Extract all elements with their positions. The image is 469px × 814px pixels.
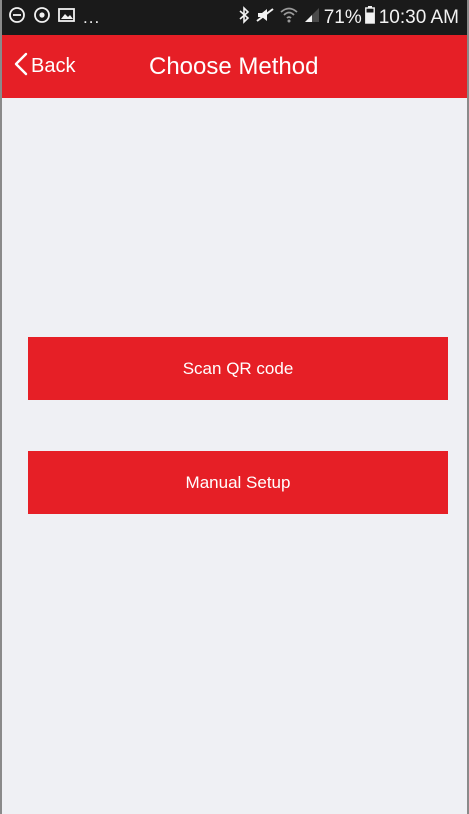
scan-qr-code-label: Scan QR code xyxy=(182,358,294,378)
app-screen: ... 71% 10:30 AM Back Choose Method Scan… xyxy=(0,0,469,814)
battery-icon xyxy=(364,6,375,29)
status-bar: ... 71% 10:30 AM xyxy=(2,0,467,35)
target-icon xyxy=(33,6,51,29)
clock: 10:30 AM xyxy=(378,6,459,28)
chevron-left-icon xyxy=(14,52,28,81)
mute-icon xyxy=(256,7,274,28)
scan-qr-code-button[interactable]: Scan QR code xyxy=(28,337,448,400)
page-title: Choose Method xyxy=(149,53,319,80)
gallery-icon xyxy=(58,7,76,28)
back-label: Back xyxy=(31,55,76,77)
status-right: 71% 10:30 AM xyxy=(232,6,459,29)
manual-setup-label: Manual Setup xyxy=(185,472,291,492)
sync-icon xyxy=(8,6,26,29)
status-left: ... xyxy=(8,6,100,29)
bluetooth-icon xyxy=(238,6,250,29)
back-button[interactable]: Back xyxy=(14,35,75,98)
notification-overflow: ... xyxy=(83,7,101,27)
battery-percent: 71% xyxy=(323,6,362,28)
navigation-bar: Back Choose Method xyxy=(2,35,467,98)
signal-icon xyxy=(304,7,320,28)
wifi-icon xyxy=(280,7,298,28)
manual-setup-button[interactable]: Manual Setup xyxy=(28,451,448,514)
